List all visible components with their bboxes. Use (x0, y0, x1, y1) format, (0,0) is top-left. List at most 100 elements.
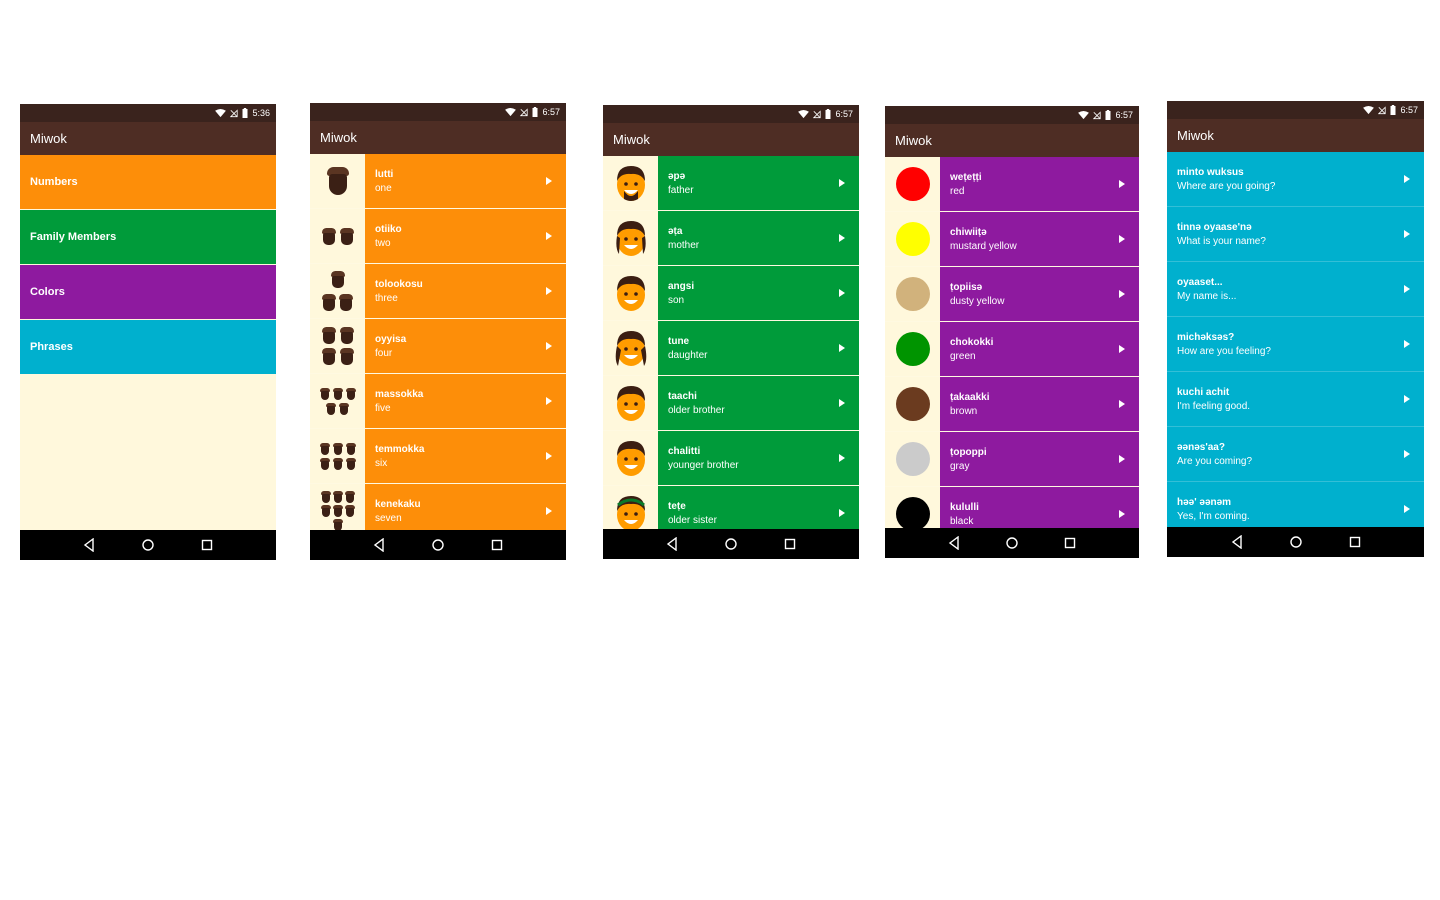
list-item[interactable]: oyaaset... My name is... (1167, 262, 1424, 317)
status-bar: 6:57 (603, 105, 859, 123)
english-word: brown (950, 405, 978, 417)
nav-bar (603, 529, 859, 559)
list-item[interactable]: otiiko two (310, 209, 566, 264)
list-item[interactable]: әṭa mother (603, 211, 859, 266)
play-icon[interactable] (839, 179, 845, 187)
play-icon[interactable] (839, 399, 845, 407)
play-icon[interactable] (839, 289, 845, 297)
recent-apps-icon[interactable] (1063, 536, 1077, 550)
status-bar: 6:57 (310, 103, 566, 121)
miwok-word: teṭe (668, 500, 686, 512)
back-icon[interactable] (1230, 535, 1244, 549)
play-icon[interactable] (546, 397, 552, 405)
list-item[interactable]: әәnәs'aa? Are you coming? (1167, 427, 1424, 482)
play-icon[interactable] (546, 232, 552, 240)
list-item[interactable]: ṭopiisә dusty yellow (885, 267, 1139, 322)
play-icon[interactable] (839, 234, 845, 242)
no-signal-icon (1378, 106, 1386, 115)
wifi-icon (798, 110, 809, 119)
list-item[interactable]: michәksәs? How are you feeling? (1167, 317, 1424, 372)
miwok-phrase: minto wuksus (1177, 166, 1244, 178)
miwok-word: ṭakaakki (950, 391, 990, 403)
back-icon[interactable] (665, 537, 679, 551)
home-icon[interactable] (724, 537, 738, 551)
recent-apps-icon[interactable] (783, 537, 797, 551)
list-item[interactable]: minto wuksus Where are you going? (1167, 152, 1424, 207)
app-bar: Miwok (1167, 119, 1424, 152)
wifi-icon (1078, 111, 1089, 120)
list-item[interactable]: tolookosu three (310, 264, 566, 319)
phone-colors: 6:57 Miwok weṭeṭṭi red chiwiiṭә mustard ye… (885, 106, 1139, 558)
back-icon[interactable] (372, 538, 386, 552)
play-icon[interactable] (1404, 230, 1410, 238)
recent-apps-icon[interactable] (490, 538, 504, 552)
play-icon[interactable] (839, 454, 845, 462)
list-item[interactable]: chokokki green (885, 322, 1139, 377)
play-icon[interactable] (1404, 395, 1410, 403)
play-icon[interactable] (546, 452, 552, 460)
play-icon[interactable] (1119, 510, 1125, 518)
play-icon[interactable] (1119, 235, 1125, 243)
category-family-members[interactable]: Family Members (20, 210, 276, 264)
list-item[interactable]: lutti one (310, 154, 566, 209)
play-icon[interactable] (546, 507, 552, 515)
recent-apps-icon[interactable] (1348, 535, 1362, 549)
nav-bar (20, 530, 276, 560)
mother-icon (603, 211, 658, 265)
category-numbers[interactable]: Numbers (20, 155, 276, 209)
list-item[interactable]: taachi older brother (603, 376, 859, 431)
play-icon[interactable] (546, 177, 552, 185)
list-item[interactable]: massokka five (310, 374, 566, 429)
list-item[interactable]: kuchi achit I'm feeling good. (1167, 372, 1424, 427)
nav-bar (310, 530, 566, 560)
list-item[interactable]: oyyisa four (310, 319, 566, 374)
list-item[interactable]: tinnә oyaase'nә What is your name? (1167, 207, 1424, 262)
back-icon[interactable] (82, 538, 96, 552)
no-signal-icon (230, 109, 238, 118)
acorn-1-icon (310, 154, 365, 208)
back-icon[interactable] (947, 536, 961, 550)
english-phrase: My name is... (1177, 290, 1237, 302)
miwok-word: әpә (668, 170, 686, 182)
play-icon[interactable] (546, 342, 552, 350)
app-title: Miwok (613, 132, 650, 147)
play-icon[interactable] (1404, 340, 1410, 348)
english-phrase: Are you coming? (1177, 455, 1253, 467)
status-time: 6:57 (835, 109, 853, 119)
play-icon[interactable] (839, 509, 845, 517)
battery-icon (825, 109, 831, 119)
english-word: two (375, 237, 391, 249)
home-icon[interactable] (1289, 535, 1303, 549)
list-item[interactable]: angsi son (603, 266, 859, 321)
list-item[interactable]: ṭakaakki brown (885, 377, 1139, 432)
english-word: mustard yellow (950, 240, 1017, 252)
play-icon[interactable] (1404, 285, 1410, 293)
home-icon[interactable] (141, 538, 155, 552)
recent-apps-icon[interactable] (200, 538, 214, 552)
play-icon[interactable] (1119, 345, 1125, 353)
miwok-word: weṭeṭṭi (950, 171, 982, 183)
home-icon[interactable] (431, 538, 445, 552)
list-item[interactable]: temmokka six (310, 429, 566, 484)
list-item[interactable]: әpә father (603, 156, 859, 211)
app-bar: Miwok (310, 121, 566, 154)
list-item[interactable]: tune daughter (603, 321, 859, 376)
list-item[interactable]: ṭopoppi gray (885, 432, 1139, 487)
play-icon[interactable] (1119, 180, 1125, 188)
play-icon[interactable] (546, 287, 552, 295)
category-phrases[interactable]: Phrases (20, 320, 276, 374)
home-icon[interactable] (1005, 536, 1019, 550)
no-signal-icon (813, 110, 821, 119)
list-item[interactable]: chiwiiṭә mustard yellow (885, 212, 1139, 267)
play-icon[interactable] (1119, 400, 1125, 408)
play-icon[interactable] (839, 344, 845, 352)
play-icon[interactable] (1119, 290, 1125, 298)
category-colors[interactable]: Colors (20, 265, 276, 319)
play-icon[interactable] (1404, 505, 1410, 513)
play-icon[interactable] (1404, 450, 1410, 458)
list-item[interactable]: weṭeṭṭi red (885, 157, 1139, 212)
english-phrase: Where are you going? (1177, 180, 1276, 192)
play-icon[interactable] (1119, 455, 1125, 463)
play-icon[interactable] (1404, 175, 1410, 183)
list-item[interactable]: chalitti younger brother (603, 431, 859, 486)
